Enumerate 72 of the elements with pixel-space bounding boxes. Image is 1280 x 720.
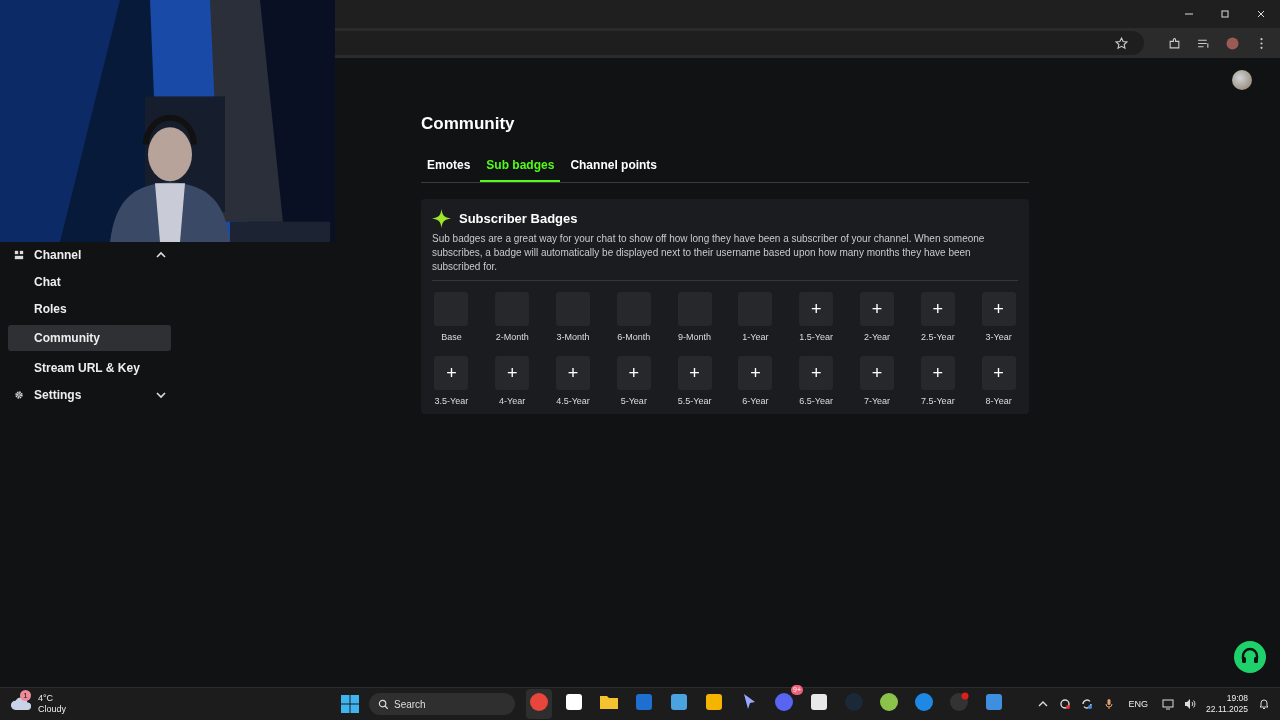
speaker-icon[interactable] [1184,698,1197,710]
bell-icon[interactable] [1258,698,1270,710]
add-badge-button[interactable]: + [556,356,590,390]
sidebar-item[interactable]: Roles [8,298,171,319]
restore-icon[interactable] [1220,9,1230,19]
add-badge-button[interactable]: + [434,356,469,390]
star-icon[interactable] [1115,36,1128,50]
square-icon[interactable] [704,692,724,712]
profile-icon[interactable] [1226,36,1239,50]
page-title: Community [421,114,516,134]
badge-label: 2-Month [495,332,529,342]
sidebar-group[interactable]: Channel [8,244,171,265]
badge-label: 4.5-Year [556,396,590,406]
badge-label: 3-Month [556,332,590,342]
temperature: 4°C [38,693,55,704]
clock-time[interactable]: 19:08 [1226,693,1248,704]
badge-label: 1-Year [742,332,769,342]
add-badge-button[interactable]: + [799,356,834,390]
badge-label: 2.5-Year [920,332,955,342]
tab[interactable]: Emotes [421,152,477,182]
headset-icon[interactable] [1234,641,1266,673]
badge-label: 1.5-Year [799,332,834,342]
badge-label: 7.5-Year [920,396,955,406]
add-badge-button[interactable]: + [981,356,1016,390]
add-badge-button[interactable]: + [920,292,955,326]
badge-label: 6-Month [617,332,651,342]
sidebar-item[interactable]: Community [8,325,171,351]
close-icon[interactable] [1256,9,1266,19]
language-indicator[interactable]: ENG [1128,699,1149,709]
badge-label: 6.5-Year [799,396,834,406]
badge-label: 3.5-Year [434,396,469,406]
sidebar-group[interactable]: Settings [8,384,171,405]
badge-label: 6-Year [742,396,769,406]
tab[interactable]: Channel points [564,152,664,182]
card-description: Sub badges are a great way for your chat to show off how long they have been a subscriber of your channel. When someone subscribes, a badge will automatically be displayed next to their username based upon how many months they have been subscribed for. [432,232,1018,281]
sync-icon[interactable] [1080,698,1093,710]
add-badge-button[interactable]: + [799,292,834,326]
microphone-icon[interactable] [1102,698,1115,710]
add-badge-button[interactable]: + [860,356,894,390]
clock-date[interactable]: 22.11.2025 [1206,704,1248,715]
sparkle-icon [432,209,451,228]
badge-label: 9-Month [678,332,712,342]
add-badge-button[interactable]: + [981,292,1016,326]
badge-label: Base [441,332,462,342]
badge-label: 4-Year [499,396,526,406]
badge-label: 3-Year [985,332,1012,342]
badge-label: 5-Year [620,396,647,406]
card-title: Subscriber Badges [459,211,578,226]
badge-label: 7-Year [863,396,891,406]
weather-condition: Cloudy [38,704,66,715]
tab[interactable]: Sub badges [480,152,561,182]
grid-icon [14,249,24,260]
monitor-icon[interactable] [1162,698,1175,710]
badge-label: 2-Year [863,332,891,342]
add-badge-button[interactable]: + [616,356,651,390]
search-field[interactable]: Search [369,693,515,715]
circle-icon[interactable] [529,692,549,712]
gear-icon [14,389,24,400]
notification-badge: 1 [20,690,31,701]
windows-icon[interactable] [340,694,360,714]
puzzle-icon[interactable] [1168,36,1181,50]
add-badge-button[interactable]: + [920,356,955,390]
add-badge-button[interactable]: + [738,356,773,390]
sidebar-item[interactable]: Chat [8,271,171,292]
badge-label: 5.5-Year [677,396,712,406]
avatar[interactable] [1232,70,1252,90]
sidebar-item[interactable]: Stream URL & Key [8,357,171,378]
search-icon [378,698,389,710]
add-badge-button[interactable]: + [860,292,894,326]
badge-label: 8-Year [985,396,1012,406]
add-badge-button[interactable]: + [677,356,712,390]
add-badge-button[interactable]: + [495,356,530,390]
